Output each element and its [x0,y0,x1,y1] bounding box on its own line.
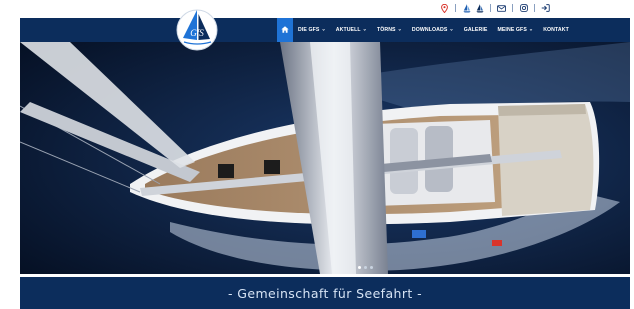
slider-dots [358,266,373,269]
chevron-down-icon: ⌄ [528,26,534,33]
divider [455,4,456,12]
site-logo[interactable]: GfS [175,6,219,52]
slider-dot[interactable] [364,266,367,269]
nav-item-toerns[interactable]: TÖRNS ⌄ [372,18,407,42]
map-pin-icon[interactable] [440,3,449,13]
chevron-down-icon: ⌄ [321,26,326,33]
page: DIE GFS ⌄ AKTUELL ⌄ TÖRNS ⌄ DOWNLOADS ⌄ GALE… [0,0,634,309]
nav-item-die-gfs[interactable]: DIE GFS ⌄ [293,18,331,42]
nav-item-downloads[interactable]: DOWNLOADS ⌄ [407,18,459,42]
divider [534,4,535,12]
tagline-bar: - Gemeinschaft für Seefahrt - [20,277,630,309]
nav-item-home[interactable] [277,18,293,42]
sailboat-icon[interactable] [475,3,484,13]
envelope-icon[interactable] [497,3,506,13]
main-nav: DIE GFS ⌄ AKTUELL ⌄ TÖRNS ⌄ DOWNLOADS ⌄ GALE… [20,18,630,42]
utility-icons [440,2,550,14]
chevron-down-icon: ⌄ [449,26,454,33]
slider-dot[interactable] [370,266,373,269]
divider [512,4,513,12]
instagram-icon[interactable] [519,3,528,13]
sign-in-icon[interactable] [541,3,550,13]
divider [490,4,491,12]
nav-item-galerie[interactable]: GALERIE [459,18,493,42]
nav-item-aktuell[interactable]: AKTUELL ⌄ [331,18,372,42]
home-icon [281,25,289,35]
hero-image [20,42,630,274]
utility-bar [0,0,634,18]
nav-menu: DIE GFS ⌄ AKTUELL ⌄ TÖRNS ⌄ DOWNLOADS ⌄ GALE… [277,18,574,42]
slider-dot[interactable] [358,266,361,269]
hero-slider[interactable] [20,42,630,274]
nav-item-kontakt[interactable]: KONTAKT [538,18,574,42]
logo-text: GfS [190,28,204,38]
tagline-text: - Gemeinschaft für Seefahrt - [227,285,422,301]
chevron-down-icon: ⌄ [362,26,367,33]
nav-item-meine-gfs[interactable]: MEINE GFS ⌄ [492,18,538,42]
chevron-down-icon: ⌄ [397,26,402,33]
sailboat-icon[interactable] [462,3,471,13]
